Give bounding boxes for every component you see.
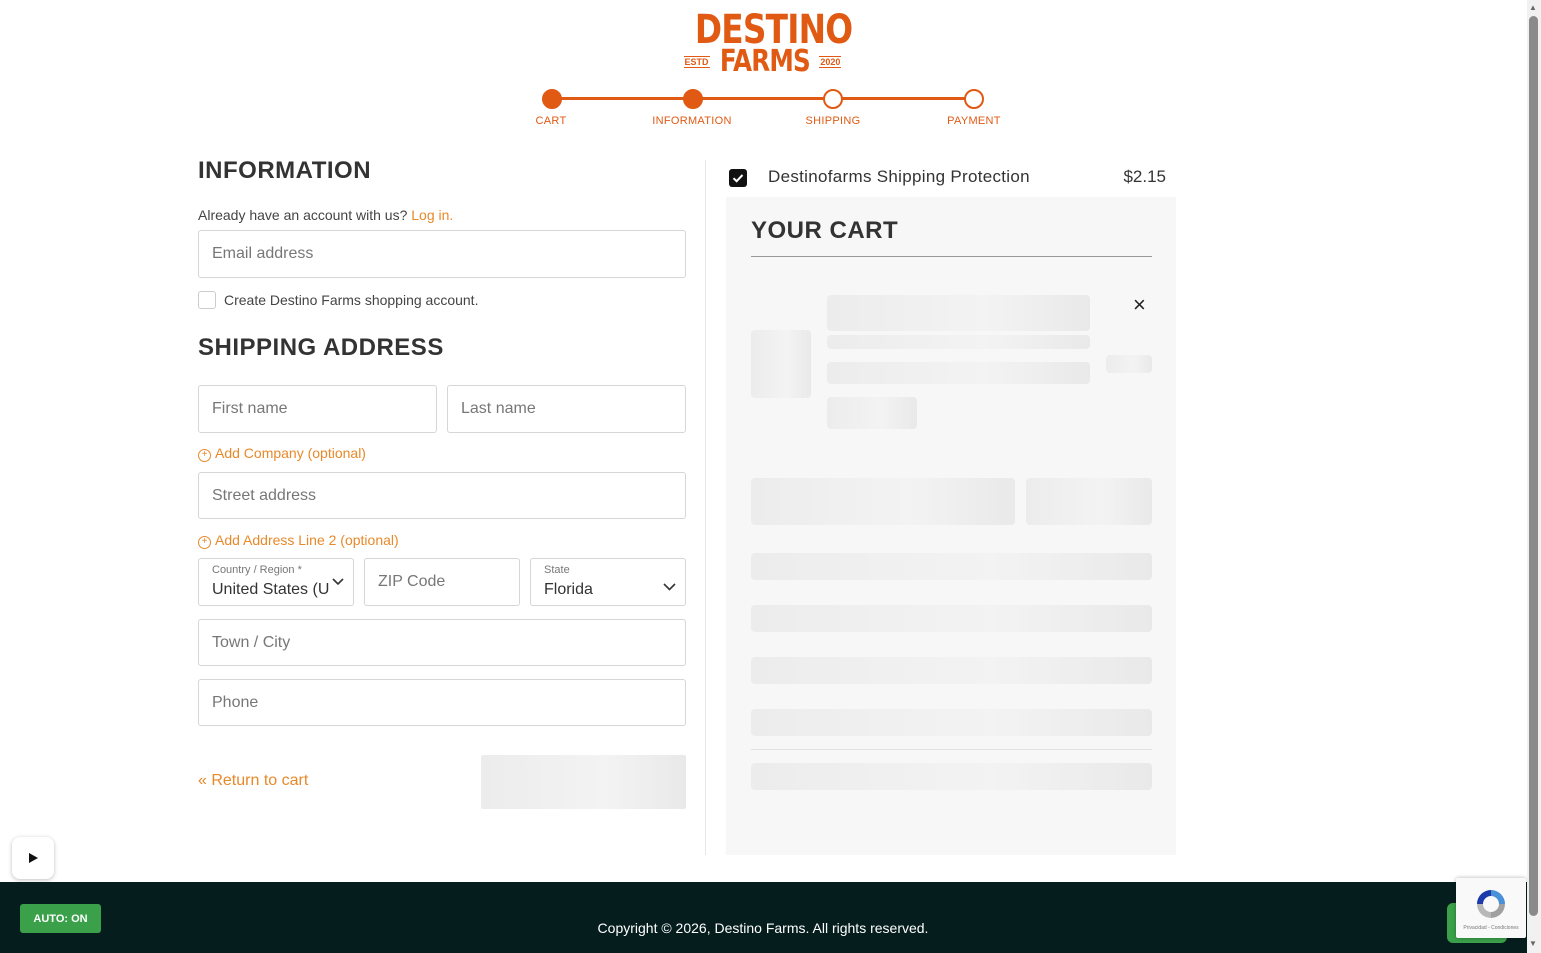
logo-estd: ESTD xyxy=(683,56,710,68)
country-value: United States (U xyxy=(212,581,330,598)
country-label: Country / Region * xyxy=(212,564,302,576)
brand-logo[interactable]: DESTINO ESTD FARMS 2020 xyxy=(680,8,853,80)
summary-row-skeleton xyxy=(751,709,1152,736)
last-name-field[interactable]: Last name xyxy=(447,385,686,433)
chevron-down-icon xyxy=(663,578,676,596)
plus-circle-icon: + xyxy=(198,449,211,462)
street-address-field[interactable]: Street address xyxy=(198,472,686,519)
phone-field[interactable]: Phone xyxy=(198,679,686,726)
create-account-label: Create Destino Farms shopping account. xyxy=(224,292,479,308)
add-company-text: Add Company (optional) xyxy=(215,445,366,461)
total-row-skeleton xyxy=(751,763,1152,790)
product-title-skeleton xyxy=(827,295,1090,331)
first-name-field[interactable]: First name xyxy=(198,385,437,433)
step-dot-cart[interactable] xyxy=(542,89,562,109)
add-address-line2-link[interactable]: + Add Address Line 2 (optional) xyxy=(198,532,399,549)
shipping-heading: SHIPPING ADDRESS xyxy=(198,334,444,361)
add-company-link[interactable]: + Add Company (optional) xyxy=(198,445,366,462)
cart-heading: YOUR CART xyxy=(751,217,899,244)
shipping-protection-price: $2.15 xyxy=(1123,167,1166,186)
shipping-protection-checkbox[interactable] xyxy=(729,169,747,187)
plus-circle-icon: + xyxy=(198,536,211,549)
logo-line2: FARMS xyxy=(719,44,810,79)
check-icon xyxy=(732,174,744,183)
step-dot-information xyxy=(683,89,703,109)
chevron-down-icon xyxy=(332,575,344,589)
summary-divider xyxy=(751,749,1152,750)
login-link[interactable]: Log in. xyxy=(411,207,453,223)
step-label-information: INFORMATION xyxy=(652,115,732,127)
product-line-skeleton xyxy=(827,335,1090,349)
recaptcha-text: Privacidad - Condiciones xyxy=(1463,925,1519,931)
step-label-cart[interactable]: CART xyxy=(491,115,611,127)
coupon-input-skeleton xyxy=(751,478,1015,525)
account-prompt-text: Already have an account with us? xyxy=(198,207,408,223)
step-dot-shipping xyxy=(823,89,843,109)
state-label: State xyxy=(544,564,570,576)
remove-item-icon[interactable]: × xyxy=(1133,292,1146,318)
continue-button-placeholder[interactable] xyxy=(481,755,686,809)
product-variant-skeleton xyxy=(827,362,1090,384)
auto-toggle-badge[interactable]: AUTO: ON xyxy=(20,904,101,933)
play-button[interactable] xyxy=(12,837,54,879)
product-price-skeleton xyxy=(1106,355,1152,373)
step-dot-payment xyxy=(964,89,984,109)
country-select[interactable]: Country / Region * United States (U xyxy=(198,558,354,606)
scrollbar-thumb[interactable] xyxy=(1529,16,1538,916)
column-divider xyxy=(705,160,706,855)
step-label-shipping: SHIPPING xyxy=(805,115,861,127)
information-heading: INFORMATION xyxy=(198,157,372,184)
summary-row-skeleton xyxy=(751,605,1152,632)
product-image-skeleton xyxy=(751,330,811,398)
summary-row-skeleton xyxy=(751,657,1152,684)
create-account-checkbox[interactable] xyxy=(198,291,216,309)
state-select[interactable]: State Florida xyxy=(530,558,686,606)
logo-year: 2020 xyxy=(819,56,842,68)
scroll-up-icon[interactable]: ▲ xyxy=(1529,3,1537,12)
recaptcha-badge[interactable]: Privacidad - Condiciones xyxy=(1456,878,1526,938)
shipping-protection-label: Destinofarms Shipping Protection xyxy=(768,167,1030,186)
return-to-cart-link[interactable]: « Return to cart xyxy=(198,772,308,790)
cart-heading-underline xyxy=(751,256,1152,257)
play-icon xyxy=(29,853,38,863)
state-value: Florida xyxy=(544,581,593,598)
email-field[interactable]: Email address xyxy=(198,230,686,278)
city-field[interactable]: Town / City xyxy=(198,619,686,666)
scroll-down-icon[interactable]: ▼ xyxy=(1529,939,1537,948)
add-address-line2-text: Add Address Line 2 (optional) xyxy=(215,532,399,548)
page-footer xyxy=(0,882,1527,953)
account-prompt: Already have an account with us? Log in. xyxy=(198,207,453,223)
summary-row-skeleton xyxy=(751,553,1152,580)
zip-code-field[interactable]: ZIP Code xyxy=(364,558,520,606)
footer-copyright: Copyright © 2026, Destino Farms. All rig… xyxy=(597,920,929,936)
recaptcha-icon xyxy=(1477,890,1505,918)
step-label-payment: PAYMENT xyxy=(947,115,1001,127)
checkout-progress-line xyxy=(552,97,975,100)
coupon-button-skeleton xyxy=(1026,478,1152,525)
product-qty-skeleton xyxy=(827,397,917,429)
